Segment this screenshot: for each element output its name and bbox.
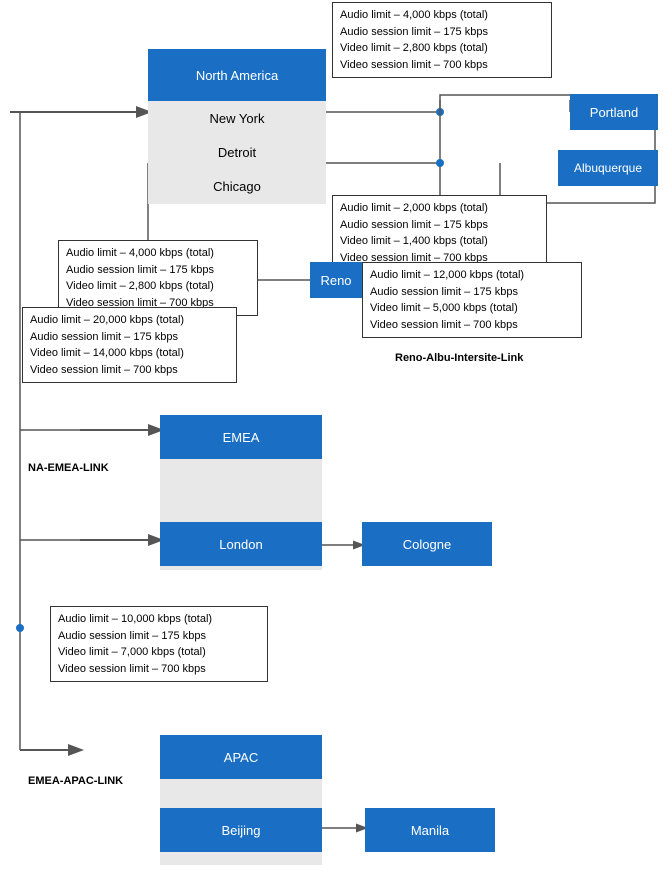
network-diagram: North America New York Detroit Chicago P… <box>0 0 663 883</box>
emea-box: EMEA <box>160 415 322 459</box>
top-right-info-box: Audio limit – 4,000 kbps (total) Audio s… <box>332 2 552 78</box>
london-box: London <box>160 522 322 566</box>
info-line-1: Audio limit – 4,000 kbps (total) <box>340 7 544 24</box>
new-york-label: New York <box>148 101 326 135</box>
info-line-3: Video limit – 2,800 kbps (total) <box>340 40 544 57</box>
emea-apac-link-label: EMEA-APAC-LINK <box>28 775 123 787</box>
detroit-label: Detroit <box>148 135 326 169</box>
reno-albu-link-label: Reno-Albu-Intersite-Link <box>395 352 523 364</box>
reno-right-info-box: Audio limit – 12,000 kbps (total) Audio … <box>362 262 582 338</box>
reno-box: Reno <box>310 262 362 298</box>
beijing-box: Beijing <box>160 808 322 852</box>
chicago-label: Chicago <box>148 169 326 204</box>
albuquerque-box: Albuquerque <box>558 150 658 186</box>
portland-box: Portland <box>570 94 658 130</box>
emea-left-info-box: Audio limit – 10,000 kbps (total) Audio … <box>50 606 268 682</box>
north-america-box: North America <box>148 49 326 101</box>
na-left-info-box: Audio limit – 4,000 kbps (total) Audio s… <box>58 240 258 316</box>
manila-box: Manila <box>365 808 495 852</box>
connection-lines <box>0 0 663 883</box>
info-line-4: Video session limit – 700 kbps <box>340 57 544 74</box>
albu-info-box: Audio limit – 2,000 kbps (total) Audio s… <box>332 195 547 271</box>
apac-box: APAC <box>160 735 322 779</box>
na-emea-link-label: NA-EMEA-LINK <box>28 462 109 474</box>
cologne-box: Cologne <box>362 522 492 566</box>
info-line-2: Audio session limit – 175 kbps <box>340 24 544 41</box>
reno-left-info-box: Audio limit – 20,000 kbps (total) Audio … <box>22 307 237 383</box>
